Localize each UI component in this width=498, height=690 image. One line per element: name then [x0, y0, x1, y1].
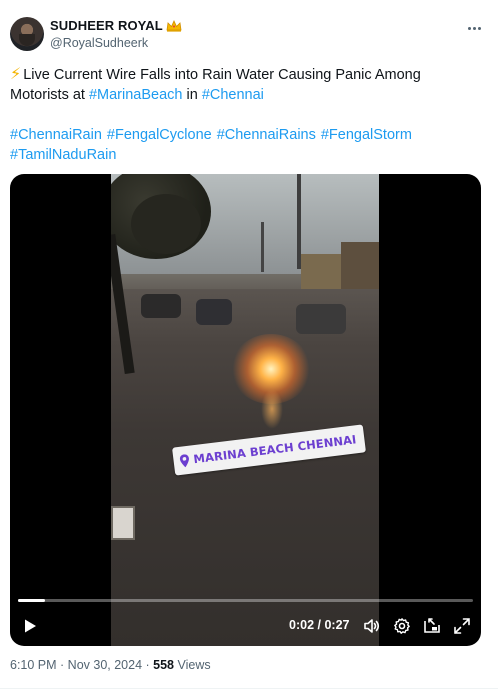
- crown-icon: [166, 19, 182, 32]
- tweet-text: ⚡ Live Current Wire Falls into Rain Water…: [10, 65, 480, 105]
- video-player[interactable]: MARINA BEACH CHENNAI 0:02 / 0:27: [10, 174, 481, 646]
- views-label: Views: [174, 658, 211, 672]
- tweet-meta: 6:10 PM · Nov 30, 2024 · 558 Views: [10, 658, 211, 672]
- tweet-text-line-1: ⚡ Live Current Wire Falls into Rain Water…: [10, 66, 421, 83]
- avatar[interactable]: [10, 17, 44, 51]
- author-display-name[interactable]: SUDHEER ROYAL: [50, 18, 163, 33]
- video-progress-bar[interactable]: [18, 599, 473, 602]
- hashtag-link[interactable]: #FengalStorm: [321, 127, 412, 143]
- hashtag-link[interactable]: #ChennaiRain: [10, 127, 102, 143]
- tweet-date[interactable]: Nov 30, 2024: [68, 658, 142, 672]
- video-controls: 0:02 / 0:27: [10, 612, 481, 640]
- hashtag-link[interactable]: #FengalCyclone: [107, 127, 212, 143]
- hashtag-link[interactable]: #Chennai: [202, 87, 264, 103]
- more-options-icon[interactable]: [464, 18, 484, 38]
- hashtag-link[interactable]: #MarinaBeach: [89, 87, 183, 103]
- hashtag-list: #ChennaiRain #FengalCyclone #ChennaiRains #…: [10, 125, 480, 165]
- video-time: 0:02 / 0:27: [289, 618, 350, 632]
- tweet-text-line-2: Motorists at #MarinaBeach in #Chennai: [10, 87, 264, 103]
- high-voltage-icon: ⚡: [10, 66, 22, 83]
- video-frame: [111, 174, 379, 646]
- tweet-time[interactable]: 6:10 PM: [10, 658, 57, 672]
- picture-in-picture-icon[interactable]: [423, 617, 441, 635]
- location-pin-icon: [179, 453, 189, 467]
- volume-icon[interactable]: [363, 617, 381, 635]
- fullscreen-icon[interactable]: [453, 617, 471, 635]
- author-handle[interactable]: @RoyalSudheerk: [50, 36, 148, 50]
- hashtag-link[interactable]: #TamilNaduRain: [10, 147, 116, 163]
- play-icon[interactable]: [22, 618, 38, 634]
- hashtag-link[interactable]: #ChennaiRains: [217, 127, 316, 143]
- tweet: SUDHEER ROYAL @RoyalSudheerk ⚡ Live Curre…: [0, 0, 498, 690]
- views-count: 558: [153, 658, 174, 672]
- divider: [0, 688, 498, 689]
- video-progress-fill: [18, 599, 46, 602]
- settings-gear-icon[interactable]: [393, 617, 411, 635]
- author-name-row: SUDHEER ROYAL: [50, 18, 182, 33]
